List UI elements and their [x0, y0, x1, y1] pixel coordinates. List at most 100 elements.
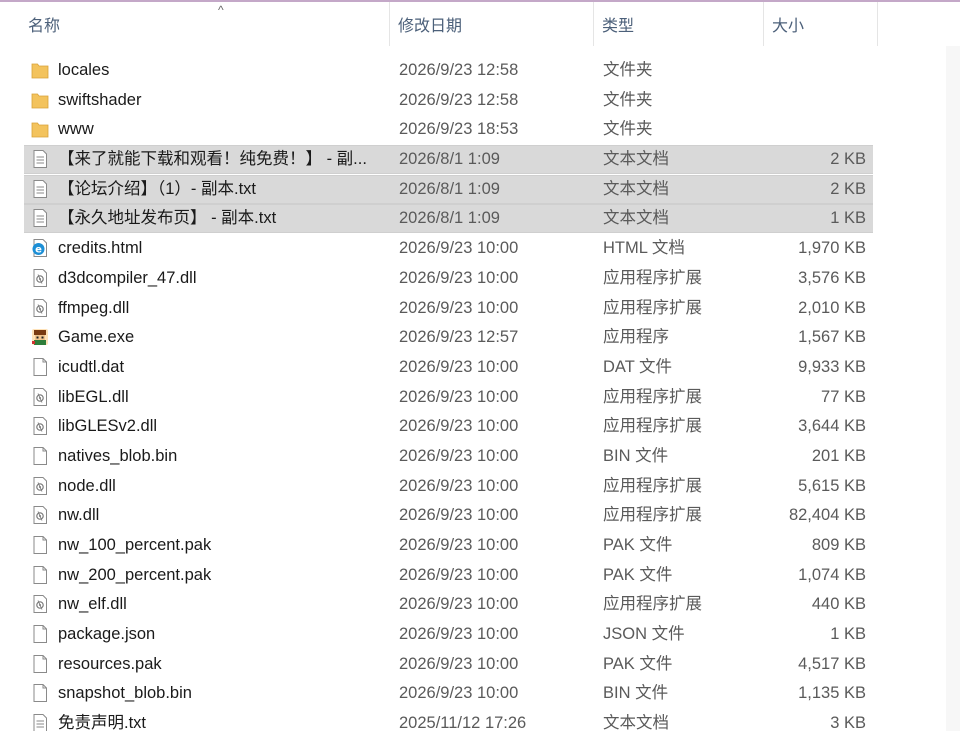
blank-file-icon	[30, 535, 50, 555]
file-name: resources.pak	[58, 654, 162, 673]
file-type: PAK 文件	[603, 536, 673, 554]
file-modified-date: 2026/8/1 1:09	[399, 150, 500, 169]
file-size: 2 KB	[830, 179, 866, 198]
column-header-type[interactable]: 类型	[594, 2, 764, 46]
file-name: nw_200_percent.pak	[58, 565, 212, 584]
file-type: HTML 文档	[603, 239, 685, 258]
file-row[interactable]: libEGL.dll 2026/9/23 10:00 应用程序扩展 77 KB	[0, 382, 960, 412]
file-row[interactable]: ffmpeg.dll 2026/9/23 10:00 应用程序扩展 2,010 KB	[0, 293, 960, 323]
dll-file-icon	[30, 298, 50, 318]
file-size: 1 KB	[830, 625, 866, 644]
file-modified-date: 2026/9/23 10:00	[399, 506, 519, 525]
vertical-scrollbar[interactable]	[946, 46, 960, 731]
file-type: 应用程序扩展	[603, 417, 702, 436]
file-name: nw_elf.dll	[58, 595, 127, 614]
file-size: 77 KB	[821, 387, 866, 406]
file-row[interactable]: locales 2026/9/23 12:58 文件夹	[0, 55, 960, 85]
file-modified-date: 2026/9/23 18:53	[399, 120, 519, 139]
file-modified-date: 2026/9/23 10:00	[399, 536, 519, 554]
file-type: 文本文档	[603, 179, 669, 198]
file-row[interactable]: 【来了就能下载和观看！纯免费！】 - 副... 2026/8/1 1:09 文本文档…	[0, 144, 960, 174]
file-modified-date: 2026/9/23 10:00	[399, 595, 519, 614]
file-size	[770, 114, 866, 144]
file-row[interactable]: 【永久地址发布页】 - 副本.txt 2026/8/1 1:09 文本文档 1 KB	[0, 203, 960, 234]
file-row[interactable]: nw_elf.dll 2026/9/23 10:00 应用程序扩展 440 KB	[0, 589, 960, 619]
file-name: snapshot_blob.bin	[58, 684, 192, 703]
file-type: 应用程序扩展	[603, 298, 702, 317]
file-name: node.dll	[58, 476, 116, 495]
file-name: package.json	[58, 625, 156, 644]
file-row[interactable]: 免责声明.txt 2025/11/12 17:26 文本文档 3 KB	[0, 708, 960, 731]
file-row[interactable]: node.dll 2026/9/23 10:00 应用程序扩展 5,615 KB	[0, 471, 960, 501]
file-row[interactable]: resources.pak 2026/9/23 10:00 PAK 文件 4,517 …	[0, 649, 960, 679]
column-header-type-label: 类型	[602, 18, 635, 35]
file-row[interactable]: www 2026/9/23 18:53 文件夹	[0, 114, 960, 144]
file-modified-date: 2025/11/12 17:26	[399, 714, 527, 731]
file-row[interactable]: libGLESv2.dll 2026/9/23 10:00 应用程序扩展 3,644 …	[0, 411, 960, 441]
file-row[interactable]: d3dcompiler_47.dll 2026/9/23 10:00 应用程序扩展 3…	[0, 263, 960, 293]
column-header-size-label: 大小	[772, 18, 805, 35]
file-type: 应用程序	[603, 328, 669, 347]
file-type: PAK 文件	[603, 565, 673, 584]
file-row[interactable]: package.json 2026/9/23 10:00 JSON 文件 1 KB	[0, 619, 960, 649]
file-modified-date: 2026/9/23 10:00	[399, 298, 519, 317]
folder-icon	[30, 90, 50, 110]
file-row[interactable]: Game.exe 2026/9/23 12:57 应用程序 1,567 KB	[0, 322, 960, 352]
file-type: PAK 文件	[603, 654, 673, 673]
file-size: 2,010 KB	[798, 298, 866, 317]
file-size: 1,135 KB	[798, 684, 866, 703]
file-row[interactable]: natives_blob.bin 2026/9/23 10:00 BIN 文件 201…	[0, 441, 960, 471]
file-size: 2 KB	[830, 150, 866, 169]
file-size: 1,567 KB	[798, 328, 866, 347]
file-type: 文件夹	[603, 120, 653, 139]
text-file-icon	[30, 149, 50, 169]
file-name: locales	[58, 61, 110, 79]
file-modified-date: 2026/9/23 10:00	[399, 239, 519, 258]
file-modified-date: 2026/9/23 10:00	[399, 476, 519, 495]
blank-file-icon	[30, 565, 50, 585]
file-size: 1 KB	[830, 209, 866, 228]
file-explorer-window: 名称 ^ 修改日期 类型 大小 locales 2026/9/23 12:58 文件…	[0, 0, 960, 731]
file-name: Game.exe	[58, 328, 135, 347]
dll-file-icon	[30, 268, 50, 288]
file-type: 应用程序扩展	[603, 506, 702, 525]
file-name: d3dcompiler_47.dll	[58, 268, 197, 287]
file-row[interactable]: snapshot_blob.bin 2026/9/23 10:00 BIN 文件 1,…	[0, 678, 960, 708]
file-size: 201 KB	[811, 446, 866, 465]
file-type: 文本文档	[603, 714, 669, 731]
blank-file-icon	[30, 654, 50, 674]
file-row[interactable]: e credits.html 2026/9/23 10:00 HTML 文档 1,970…	[0, 233, 960, 263]
file-row[interactable]: nw_100_percent.pak 2026/9/23 10:00 PAK 文件 8…	[0, 530, 960, 560]
file-size: 3,644 KB	[798, 417, 866, 436]
file-type: 应用程序扩展	[603, 268, 702, 287]
file-modified-date: 2026/9/23 10:00	[399, 268, 519, 287]
file-modified-date: 2026/9/23 10:00	[399, 625, 519, 644]
file-row[interactable]: swiftshader 2026/9/23 12:58 文件夹	[0, 85, 960, 115]
file-type: DAT 文件	[603, 357, 673, 376]
column-header-size[interactable]: 大小	[764, 2, 878, 46]
file-modified-date: 2026/8/1 1:09	[399, 209, 500, 228]
column-header-name[interactable]: 名称 ^	[20, 2, 390, 46]
file-list: locales 2026/9/23 12:58 文件夹 swiftshader 2026…	[0, 55, 960, 731]
file-name: swiftshader	[58, 90, 142, 109]
folder-icon	[30, 119, 50, 139]
file-name: icudtl.dat	[58, 357, 125, 376]
file-size: 1,970 KB	[798, 239, 866, 258]
file-size: 82,404 KB	[788, 506, 866, 525]
file-modified-date: 2026/9/23 12:57	[399, 328, 519, 347]
file-name: libGLESv2.dll	[58, 417, 158, 436]
file-row[interactable]: 【论坛介绍】（1）- 副本.txt 2026/8/1 1:09 文本文档 2 KB	[0, 174, 960, 204]
file-modified-date: 2026/9/23 10:00	[399, 684, 519, 703]
file-row[interactable]: nw.dll 2026/9/23 10:00 应用程序扩展 82,404 KB	[0, 500, 960, 530]
file-modified-date: 2026/9/23 10:00	[399, 446, 519, 465]
file-row[interactable]: icudtl.dat 2026/9/23 10:00 DAT 文件 9,933 KB	[0, 352, 960, 382]
file-name: 【永久地址发布页】 - 副本.txt	[58, 209, 277, 228]
file-type: 文本文档	[603, 150, 669, 169]
file-name: 【论坛介绍】（1）- 副本.txt	[58, 179, 257, 198]
file-name: libEGL.dll	[58, 387, 129, 406]
file-row[interactable]: nw_200_percent.pak 2026/9/23 10:00 PAK 文件 1…	[0, 560, 960, 590]
column-header-date[interactable]: 修改日期	[390, 2, 594, 46]
file-size: 809 KB	[811, 536, 866, 554]
blank-file-icon	[30, 624, 50, 644]
column-header-name-label: 名称	[28, 18, 61, 35]
